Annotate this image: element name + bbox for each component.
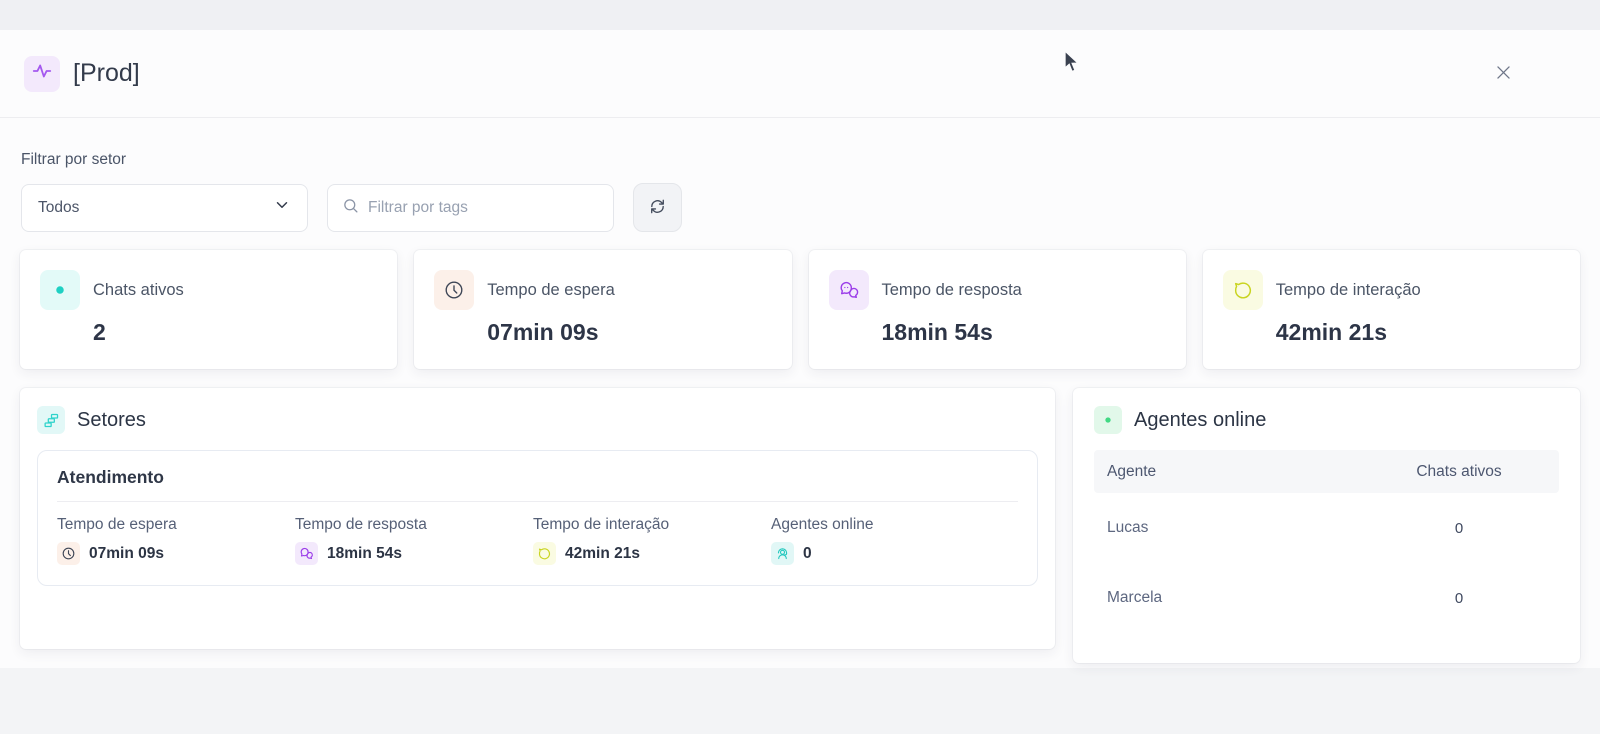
sector-select-value: Todos bbox=[38, 199, 273, 217]
sector-stat-tempo-interacao: Tempo de interação 42min 21s bbox=[533, 516, 771, 565]
setores-title: Setores bbox=[77, 409, 146, 432]
page-title: [Prod] bbox=[73, 59, 140, 88]
stat-label: Tempo de resposta bbox=[882, 281, 1022, 300]
table-row: Marcela 0 bbox=[1094, 563, 1559, 633]
speech-bubble-icon bbox=[1223, 270, 1263, 310]
table-row: Lucas 0 bbox=[1094, 493, 1559, 563]
headset-agent-icon bbox=[771, 542, 794, 565]
stat-card-chats-ativos: Chats ativos 2 bbox=[20, 250, 397, 369]
stat-value: 42min 21s bbox=[1276, 319, 1560, 346]
filter-section: Filtrar por setor Todos bbox=[0, 151, 1600, 232]
clock-icon bbox=[434, 270, 474, 310]
app-logo bbox=[24, 56, 60, 92]
agents-table-header: Agente Chats ativos bbox=[1094, 450, 1559, 493]
stat-value: 07min 09s bbox=[487, 319, 771, 346]
stat-label: Chats ativos bbox=[93, 281, 184, 300]
agent-name: Marcela bbox=[1094, 589, 1384, 607]
stat-label: Tempo de espera bbox=[487, 281, 615, 300]
workflow-icon bbox=[37, 406, 65, 434]
column-header-agente: Agente bbox=[1094, 463, 1384, 481]
agent-name: Lucas bbox=[1094, 519, 1384, 537]
stat-label: Tempo de interação bbox=[1276, 281, 1421, 300]
panels-row: Setores Atendimento Tempo de espera 07mi… bbox=[20, 388, 1580, 663]
dot-icon bbox=[1094, 406, 1122, 434]
agentes-online-title: Agentes online bbox=[1134, 409, 1266, 432]
sector-stat-label: Tempo de resposta bbox=[295, 516, 533, 534]
sector-stat-value: 07min 09s bbox=[89, 545, 164, 563]
close-icon bbox=[1494, 63, 1513, 85]
refresh-icon bbox=[648, 197, 667, 219]
dot-icon bbox=[40, 270, 80, 310]
stat-value: 18min 54s bbox=[882, 319, 1166, 346]
sector-select[interactable]: Todos bbox=[21, 184, 308, 232]
stat-value: 2 bbox=[93, 319, 377, 346]
agent-chats-count: 0 bbox=[1384, 520, 1534, 537]
chat-bubbles-icon bbox=[295, 542, 318, 565]
sector-stat-label: Agentes online bbox=[771, 516, 1009, 534]
sector-stat-value: 18min 54s bbox=[327, 545, 402, 563]
stat-cards-row: Chats ativos 2 Tempo de espera 07min 09s… bbox=[20, 250, 1580, 369]
stat-card-tempo-interacao: Tempo de interação 42min 21s bbox=[1203, 250, 1580, 369]
chevron-down-icon bbox=[273, 196, 291, 219]
chat-bubbles-icon bbox=[829, 270, 869, 310]
filter-controls: Todos bbox=[21, 183, 1579, 232]
sector-stat-tempo-espera: Tempo de espera 07min 09s bbox=[57, 516, 295, 565]
refresh-button[interactable] bbox=[633, 183, 682, 232]
dashboard-modal: [Prod] Filtrar por setor Todos bbox=[0, 30, 1600, 668]
divider bbox=[57, 501, 1018, 502]
sector-card-atendimento: Atendimento Tempo de espera 07min 09s bbox=[37, 450, 1038, 586]
sector-stat-tempo-resposta: Tempo de resposta 18min 54s bbox=[295, 516, 533, 565]
filter-sector-label: Filtrar por setor bbox=[21, 151, 1579, 169]
sector-stat-label: Tempo de espera bbox=[57, 516, 295, 534]
modal-header: [Prod] bbox=[0, 30, 1600, 118]
sector-stat-value: 42min 21s bbox=[565, 545, 640, 563]
agentes-online-panel: Agentes online Agente Chats ativos Lucas… bbox=[1073, 388, 1580, 663]
agent-chats-count: 0 bbox=[1384, 590, 1534, 607]
page-top-strip bbox=[0, 0, 1600, 30]
column-header-chats-ativos: Chats ativos bbox=[1384, 463, 1534, 481]
search-icon bbox=[342, 197, 359, 219]
speech-bubble-icon bbox=[533, 542, 556, 565]
setores-panel: Setores Atendimento Tempo de espera 07mi… bbox=[20, 388, 1055, 649]
stat-card-tempo-espera: Tempo de espera 07min 09s bbox=[414, 250, 791, 369]
close-button[interactable] bbox=[1492, 63, 1514, 85]
tags-filter-input[interactable] bbox=[368, 199, 599, 217]
stat-card-tempo-resposta: Tempo de resposta 18min 54s bbox=[809, 250, 1186, 369]
activity-pulse-icon bbox=[31, 60, 53, 87]
sector-stat-label: Tempo de interação bbox=[533, 516, 771, 534]
sector-name: Atendimento bbox=[57, 467, 1018, 488]
sector-stat-value: 0 bbox=[803, 545, 812, 563]
sector-stat-agentes-online: Agentes online 0 bbox=[771, 516, 1009, 565]
tags-filter-field bbox=[327, 184, 614, 232]
clock-icon bbox=[57, 542, 80, 565]
